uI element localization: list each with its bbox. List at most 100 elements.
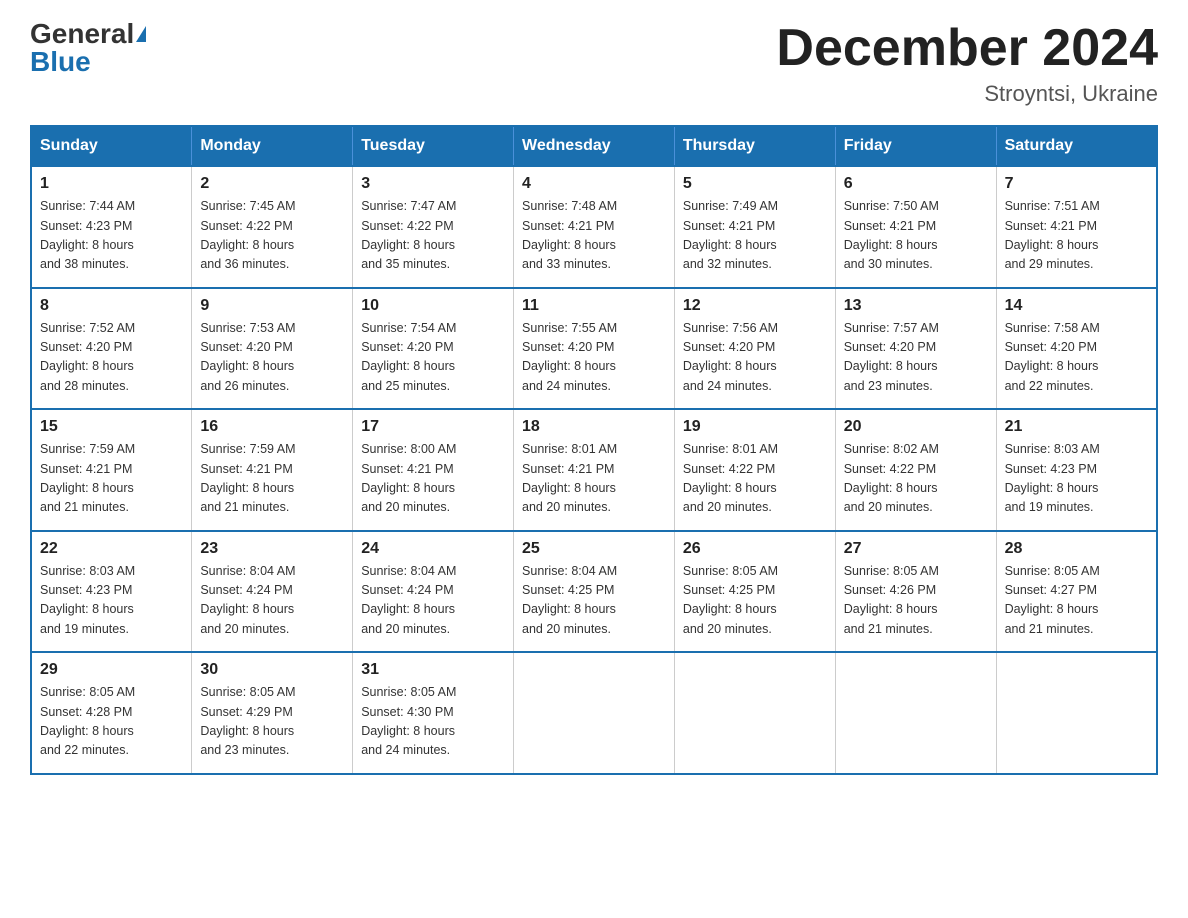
- header-monday: Monday: [192, 126, 353, 166]
- day-number: 9: [200, 297, 344, 315]
- day-number: 23: [200, 540, 344, 558]
- day-number: 20: [844, 418, 988, 436]
- day-info: Sunrise: 7:44 AM Sunset: 4:23 PM Dayligh…: [40, 197, 183, 275]
- day-number: 17: [361, 418, 505, 436]
- calendar-cell: 25 Sunrise: 8:04 AM Sunset: 4:25 PM Dayl…: [514, 531, 675, 653]
- calendar-cell: [835, 652, 996, 774]
- calendar-cell: 19 Sunrise: 8:01 AM Sunset: 4:22 PM Dayl…: [674, 409, 835, 531]
- calendar-header: SundayMondayTuesdayWednesdayThursdayFrid…: [31, 126, 1157, 166]
- week-row-1: 1 Sunrise: 7:44 AM Sunset: 4:23 PM Dayli…: [31, 166, 1157, 288]
- calendar-cell: 16 Sunrise: 7:59 AM Sunset: 4:21 PM Dayl…: [192, 409, 353, 531]
- logo-general-text: General: [30, 20, 134, 48]
- day-number: 26: [683, 540, 827, 558]
- logo: General Blue: [30, 20, 146, 76]
- day-info: Sunrise: 7:50 AM Sunset: 4:21 PM Dayligh…: [844, 197, 988, 275]
- day-info: Sunrise: 8:04 AM Sunset: 4:25 PM Dayligh…: [522, 562, 666, 640]
- logo-triangle-icon: [136, 26, 146, 42]
- day-info: Sunrise: 7:58 AM Sunset: 4:20 PM Dayligh…: [1005, 319, 1148, 397]
- day-number: 28: [1005, 540, 1148, 558]
- day-info: Sunrise: 8:03 AM Sunset: 4:23 PM Dayligh…: [40, 562, 183, 640]
- day-number: 31: [361, 661, 505, 679]
- day-info: Sunrise: 7:49 AM Sunset: 4:21 PM Dayligh…: [683, 197, 827, 275]
- day-number: 25: [522, 540, 666, 558]
- logo-blue-text: Blue: [30, 48, 91, 76]
- day-number: 16: [200, 418, 344, 436]
- day-number: 12: [683, 297, 827, 315]
- calendar-cell: 1 Sunrise: 7:44 AM Sunset: 4:23 PM Dayli…: [31, 166, 192, 288]
- day-number: 10: [361, 297, 505, 315]
- day-number: 15: [40, 418, 183, 436]
- calendar-cell: [514, 652, 675, 774]
- day-info: Sunrise: 8:05 AM Sunset: 4:25 PM Dayligh…: [683, 562, 827, 640]
- calendar-cell: 23 Sunrise: 8:04 AM Sunset: 4:24 PM Dayl…: [192, 531, 353, 653]
- day-info: Sunrise: 7:54 AM Sunset: 4:20 PM Dayligh…: [361, 319, 505, 397]
- calendar-cell: 31 Sunrise: 8:05 AM Sunset: 4:30 PM Dayl…: [353, 652, 514, 774]
- day-info: Sunrise: 7:47 AM Sunset: 4:22 PM Dayligh…: [361, 197, 505, 275]
- calendar-cell: 26 Sunrise: 8:05 AM Sunset: 4:25 PM Dayl…: [674, 531, 835, 653]
- calendar-cell: 22 Sunrise: 8:03 AM Sunset: 4:23 PM Dayl…: [31, 531, 192, 653]
- week-row-3: 15 Sunrise: 7:59 AM Sunset: 4:21 PM Dayl…: [31, 409, 1157, 531]
- day-number: 4: [522, 175, 666, 193]
- calendar-subtitle: Stroyntsi, Ukraine: [776, 81, 1158, 107]
- day-number: 7: [1005, 175, 1148, 193]
- header-thursday: Thursday: [674, 126, 835, 166]
- day-number: 30: [200, 661, 344, 679]
- calendar-cell: 21 Sunrise: 8:03 AM Sunset: 4:23 PM Dayl…: [996, 409, 1157, 531]
- day-number: 27: [844, 540, 988, 558]
- calendar-table: SundayMondayTuesdayWednesdayThursdayFrid…: [30, 125, 1158, 775]
- day-number: 22: [40, 540, 183, 558]
- day-info: Sunrise: 7:55 AM Sunset: 4:20 PM Dayligh…: [522, 319, 666, 397]
- calendar-cell: 30 Sunrise: 8:05 AM Sunset: 4:29 PM Dayl…: [192, 652, 353, 774]
- day-info: Sunrise: 7:45 AM Sunset: 4:22 PM Dayligh…: [200, 197, 344, 275]
- header-sunday: Sunday: [31, 126, 192, 166]
- title-section: December 2024 Stroyntsi, Ukraine: [776, 20, 1158, 107]
- day-number: 6: [844, 175, 988, 193]
- calendar-cell: 12 Sunrise: 7:56 AM Sunset: 4:20 PM Dayl…: [674, 288, 835, 410]
- day-number: 8: [40, 297, 183, 315]
- header-saturday: Saturday: [996, 126, 1157, 166]
- calendar-cell: 18 Sunrise: 8:01 AM Sunset: 4:21 PM Dayl…: [514, 409, 675, 531]
- calendar-cell: 17 Sunrise: 8:00 AM Sunset: 4:21 PM Dayl…: [353, 409, 514, 531]
- day-info: Sunrise: 8:04 AM Sunset: 4:24 PM Dayligh…: [361, 562, 505, 640]
- day-info: Sunrise: 8:05 AM Sunset: 4:28 PM Dayligh…: [40, 683, 183, 761]
- day-info: Sunrise: 7:56 AM Sunset: 4:20 PM Dayligh…: [683, 319, 827, 397]
- day-number: 19: [683, 418, 827, 436]
- day-number: 11: [522, 297, 666, 315]
- calendar-cell: 5 Sunrise: 7:49 AM Sunset: 4:21 PM Dayli…: [674, 166, 835, 288]
- header-tuesday: Tuesday: [353, 126, 514, 166]
- week-row-2: 8 Sunrise: 7:52 AM Sunset: 4:20 PM Dayli…: [31, 288, 1157, 410]
- calendar-body: 1 Sunrise: 7:44 AM Sunset: 4:23 PM Dayli…: [31, 166, 1157, 774]
- header-wednesday: Wednesday: [514, 126, 675, 166]
- day-info: Sunrise: 7:57 AM Sunset: 4:20 PM Dayligh…: [844, 319, 988, 397]
- calendar-cell: 10 Sunrise: 7:54 AM Sunset: 4:20 PM Dayl…: [353, 288, 514, 410]
- header-row: SundayMondayTuesdayWednesdayThursdayFrid…: [31, 126, 1157, 166]
- day-info: Sunrise: 8:05 AM Sunset: 4:29 PM Dayligh…: [200, 683, 344, 761]
- calendar-cell: [674, 652, 835, 774]
- calendar-cell: 11 Sunrise: 7:55 AM Sunset: 4:20 PM Dayl…: [514, 288, 675, 410]
- day-info: Sunrise: 8:05 AM Sunset: 4:26 PM Dayligh…: [844, 562, 988, 640]
- day-info: Sunrise: 7:52 AM Sunset: 4:20 PM Dayligh…: [40, 319, 183, 397]
- week-row-5: 29 Sunrise: 8:05 AM Sunset: 4:28 PM Dayl…: [31, 652, 1157, 774]
- header-friday: Friday: [835, 126, 996, 166]
- day-number: 24: [361, 540, 505, 558]
- day-number: 2: [200, 175, 344, 193]
- day-info: Sunrise: 8:05 AM Sunset: 4:30 PM Dayligh…: [361, 683, 505, 761]
- calendar-cell: 3 Sunrise: 7:47 AM Sunset: 4:22 PM Dayli…: [353, 166, 514, 288]
- calendar-cell: 9 Sunrise: 7:53 AM Sunset: 4:20 PM Dayli…: [192, 288, 353, 410]
- day-info: Sunrise: 8:05 AM Sunset: 4:27 PM Dayligh…: [1005, 562, 1148, 640]
- day-info: Sunrise: 7:51 AM Sunset: 4:21 PM Dayligh…: [1005, 197, 1148, 275]
- day-number: 3: [361, 175, 505, 193]
- day-info: Sunrise: 8:03 AM Sunset: 4:23 PM Dayligh…: [1005, 440, 1148, 518]
- week-row-4: 22 Sunrise: 8:03 AM Sunset: 4:23 PM Dayl…: [31, 531, 1157, 653]
- calendar-cell: 7 Sunrise: 7:51 AM Sunset: 4:21 PM Dayli…: [996, 166, 1157, 288]
- day-number: 21: [1005, 418, 1148, 436]
- calendar-cell: 29 Sunrise: 8:05 AM Sunset: 4:28 PM Dayl…: [31, 652, 192, 774]
- day-info: Sunrise: 8:04 AM Sunset: 4:24 PM Dayligh…: [200, 562, 344, 640]
- day-number: 14: [1005, 297, 1148, 315]
- day-number: 29: [40, 661, 183, 679]
- calendar-cell: 14 Sunrise: 7:58 AM Sunset: 4:20 PM Dayl…: [996, 288, 1157, 410]
- day-info: Sunrise: 7:59 AM Sunset: 4:21 PM Dayligh…: [40, 440, 183, 518]
- calendar-title: December 2024: [776, 20, 1158, 77]
- page-header: General Blue December 2024 Stroyntsi, Uk…: [30, 20, 1158, 107]
- calendar-cell: 2 Sunrise: 7:45 AM Sunset: 4:22 PM Dayli…: [192, 166, 353, 288]
